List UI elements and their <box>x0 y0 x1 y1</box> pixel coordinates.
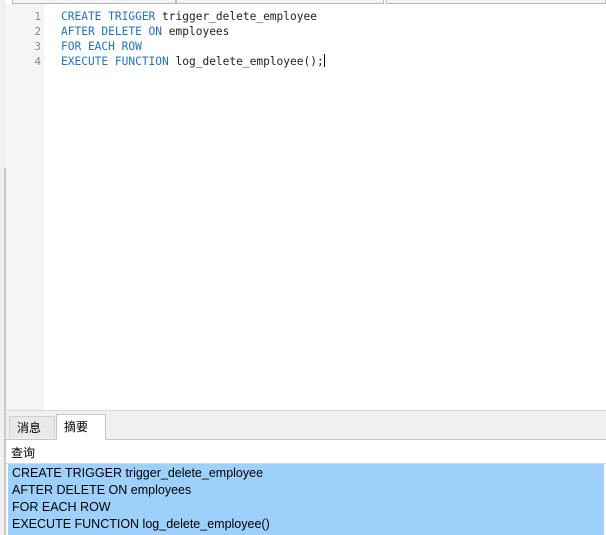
results-panel: 消息 摘要 查询 CREATE TRIGGER trigger_delete_e… <box>6 410 606 535</box>
sql-identifier: trigger_delete_employee <box>155 10 317 23</box>
code-text[interactable]: EXECUTE FUNCTION log_delete_employee(); <box>61 54 325 69</box>
result-line: AFTER DELETE ON employees <box>12 483 192 497</box>
results-tab-bar: 消息 摘要 <box>6 411 606 440</box>
sql-editor-window: 1 CREATE TRIGGER trigger_delete_employee… <box>0 0 606 535</box>
sql-identifier: log_delete_employee(); <box>168 55 324 68</box>
sql-keyword: CREATE TRIGGER <box>61 10 156 23</box>
result-line: EXECUTE FUNCTION log_delete_employee() <box>12 517 270 531</box>
result-cell-selected[interactable]: CREATE TRIGGER trigger_delete_employee A… <box>8 464 604 535</box>
line-number: 3 <box>34 40 41 53</box>
line-number: 4 <box>34 55 41 68</box>
code-editor[interactable]: 1 CREATE TRIGGER trigger_delete_employee… <box>6 4 606 410</box>
code-text[interactable]: FOR EACH ROW <box>61 39 142 54</box>
code-text[interactable]: CREATE TRIGGER trigger_delete_employee <box>61 9 317 24</box>
sql-keyword: FOR EACH ROW <box>61 40 142 53</box>
sql-identifier: employees <box>162 25 230 38</box>
column-header-query: 查询 <box>11 446 36 460</box>
result-line: FOR EACH ROW <box>12 500 111 514</box>
summary-result-grid: 查询 CREATE TRIGGER trigger_delete_employe… <box>6 440 606 535</box>
code-line[interactable]: 1 CREATE TRIGGER trigger_delete_employee <box>6 9 606 24</box>
result-line: CREATE TRIGGER trigger_delete_employee <box>12 466 264 480</box>
text-caret <box>323 54 325 67</box>
code-line[interactable]: 4 EXECUTE FUNCTION log_delete_employee()… <box>6 54 606 69</box>
line-number: 1 <box>34 10 41 23</box>
code-line[interactable]: 2 AFTER DELETE ON employees <box>6 24 606 39</box>
tab-summary[interactable]: 摘要 <box>56 414 106 440</box>
result-column-header[interactable]: 查询 <box>6 440 606 464</box>
sql-keyword: EXECUTE FUNCTION <box>61 55 169 68</box>
code-line[interactable]: 3 FOR EACH ROW <box>6 39 606 54</box>
sql-keyword: AFTER DELETE ON <box>61 25 163 38</box>
line-number: 2 <box>34 25 41 38</box>
tab-messages[interactable]: 消息 <box>9 416 55 438</box>
code-text[interactable]: AFTER DELETE ON employees <box>61 24 229 39</box>
